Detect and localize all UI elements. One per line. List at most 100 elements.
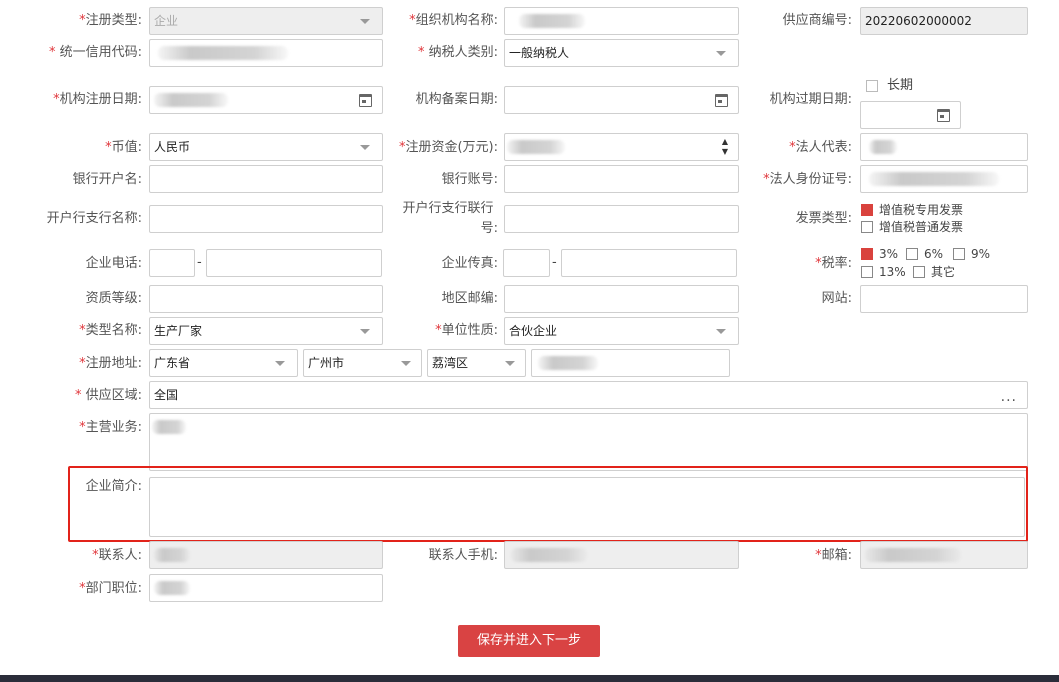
tax-rate-13-label: 13% — [879, 265, 906, 279]
website-label: 网站: — [821, 291, 852, 306]
bank-account-name-label: 银行开户名: — [72, 172, 142, 187]
chevron-down-icon — [360, 329, 370, 334]
spinner-icon[interactable]: ▲ ▼ — [722, 137, 728, 157]
chevron-down-icon — [360, 145, 370, 150]
contact-phone-input[interactable] — [504, 541, 739, 569]
contact-phone-label: 联系人手机: — [428, 548, 498, 563]
phone-label: 企业电话: — [85, 256, 142, 271]
record-date-label: 机构备案日期: — [415, 92, 498, 107]
bottom-bar — [0, 675, 1059, 682]
chevron-down-icon — [401, 361, 411, 366]
tax-rate-6-checkbox[interactable] — [906, 248, 918, 260]
record-date-input[interactable] — [504, 86, 739, 114]
qualification-input[interactable] — [149, 285, 383, 313]
contact-input[interactable] — [149, 541, 383, 569]
tax-rate-9-label: 9% — [971, 247, 991, 261]
currency-label: *币值: — [105, 140, 142, 155]
type-name-select[interactable]: 生产厂家 — [149, 317, 383, 345]
address-label: *注册地址: — [79, 356, 142, 371]
chevron-down-icon — [716, 51, 726, 56]
unit-nature-label: *单位性质: — [435, 323, 498, 338]
unit-nature-select[interactable]: 合伙企业 — [504, 317, 739, 345]
contact-label: *联系人: — [92, 548, 142, 563]
tax-rate-9-checkbox[interactable] — [953, 248, 965, 260]
save-and-next-button[interactable]: 保存并进入下一步 — [458, 625, 600, 657]
long-term-label: 长期 — [887, 78, 914, 93]
tax-rate-other-label: 其它 — [931, 265, 956, 279]
bank-account-name-input[interactable] — [149, 165, 383, 193]
taxpayer-type-label: * 纳税人类别: — [417, 45, 498, 60]
dept-input[interactable] — [149, 574, 383, 602]
tax-rate-13-checkbox[interactable] — [861, 266, 873, 278]
legal-id-label: *法人身份证号: — [763, 172, 852, 187]
province-select[interactable]: 广东省 — [149, 349, 298, 377]
bank-account-no-label: 银行账号: — [441, 172, 498, 187]
tax-rate-other-checkbox[interactable] — [913, 266, 925, 278]
calendar-icon[interactable] — [359, 94, 372, 107]
phone-area-input[interactable] — [149, 249, 195, 277]
fax-label: 企业传真: — [441, 256, 498, 271]
reg-date-input[interactable] — [149, 86, 383, 114]
bank-branch-no-label: 开户行支行联行 — [402, 201, 494, 216]
tax-rate-3-label: 3% — [879, 247, 899, 261]
district-select[interactable]: 荔湾区 — [427, 349, 526, 377]
legal-rep-input[interactable] — [860, 133, 1028, 161]
chevron-down-icon — [360, 19, 370, 24]
legal-id-input[interactable] — [860, 165, 1028, 193]
invoice-type-label: 发票类型: — [795, 211, 852, 226]
tax-rate-3-checkbox[interactable] — [861, 248, 873, 260]
bank-branch-no-input[interactable] — [504, 205, 739, 233]
main-business-textarea[interactable] — [149, 413, 1028, 471]
capital-label: *注册资金(万元): — [398, 140, 498, 155]
supply-area-label: * 供应区域: — [74, 388, 142, 403]
currency-select[interactable]: 人民币 — [149, 133, 383, 161]
invoice-special-label: 增值税专用发票 — [879, 203, 964, 217]
postcode-input[interactable] — [504, 285, 739, 313]
chevron-down-icon — [505, 361, 515, 366]
website-input[interactable] — [860, 285, 1028, 313]
more-icon[interactable]: ··· — [1001, 388, 1017, 408]
reg-type-select[interactable]: 企业 — [149, 7, 383, 35]
legal-rep-label: *法人代表: — [789, 140, 852, 155]
supply-area-input[interactable]: 全国 ··· — [149, 381, 1028, 409]
bank-account-no-input[interactable] — [504, 165, 739, 193]
org-name-input[interactable] — [504, 7, 739, 35]
fax-number-input[interactable] — [561, 249, 737, 277]
chevron-down-icon — [275, 361, 285, 366]
chevron-down-icon — [716, 329, 726, 334]
phone-separator: - — [197, 255, 202, 270]
type-name-label: *类型名称: — [79, 323, 142, 338]
city-select[interactable]: 广州市 — [303, 349, 422, 377]
email-label: *邮箱: — [815, 548, 852, 563]
org-name-label: *组织机构名称: — [409, 13, 498, 28]
bank-branch-no-label-2: 号: — [480, 221, 498, 236]
email-input[interactable] — [860, 541, 1028, 569]
phone-number-input[interactable] — [206, 249, 382, 277]
credit-code-label: * 统一信用代码: — [48, 45, 142, 60]
reg-type-label: *注册类型: — [79, 13, 142, 28]
qualification-label: 资质等级: — [85, 291, 142, 306]
tax-rate-label: *税率: — [815, 256, 852, 271]
main-business-label: *主营业务: — [79, 420, 142, 435]
intro-highlight-box — [68, 466, 1028, 542]
calendar-icon[interactable] — [937, 109, 950, 122]
fax-area-input[interactable] — [503, 249, 550, 277]
postcode-label: 地区邮编: — [441, 291, 498, 306]
bank-branch-label: 开户行支行名称: — [46, 211, 142, 226]
tax-rate-6-label: 6% — [924, 247, 944, 261]
street-input[interactable] — [531, 349, 730, 377]
calendar-icon[interactable] — [715, 94, 728, 107]
invoice-normal-checkbox[interactable] — [861, 221, 873, 233]
reg-date-label: *机构注册日期: — [53, 92, 142, 107]
invoice-normal-label: 增值税普通发票 — [879, 220, 964, 234]
capital-input[interactable]: ▲ ▼ — [504, 133, 739, 161]
fax-separator: - — [552, 255, 557, 270]
invoice-special-checkbox[interactable] — [861, 204, 873, 216]
expire-date-input[interactable] — [860, 101, 961, 129]
credit-code-input[interactable] — [149, 39, 383, 67]
bank-branch-input[interactable] — [149, 205, 383, 233]
taxpayer-type-select[interactable]: 一般纳税人 — [504, 39, 739, 67]
long-term-checkbox[interactable] — [866, 80, 878, 92]
expire-date-label: 机构过期日期: — [769, 92, 852, 107]
dept-label: *部门职位: — [79, 581, 142, 596]
